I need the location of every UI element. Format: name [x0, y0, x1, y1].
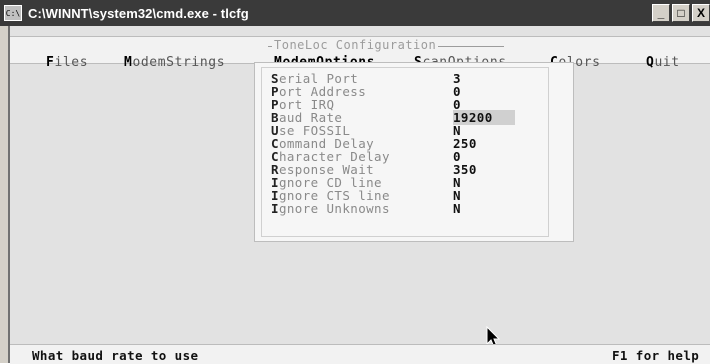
ignore-unknowns-value: N [453, 201, 461, 216]
console-icon[interactable]: C:\ [4, 5, 22, 21]
console-window: C:\ C:\WINNT\system32\cmd.exe - tlcfg _ … [0, 0, 710, 364]
menu-label: odemStrings [132, 55, 226, 70]
minimize-button[interactable]: _ [652, 4, 670, 22]
baud-rate-input[interactable]: 19200 [453, 110, 515, 125]
menu-bar: ToneLoc Configuration Files ModemStrings… [10, 36, 710, 72]
menu-label: uit [654, 55, 680, 70]
title-bar[interactable]: C:\ C:\WINNT\system32\cmd.exe - tlcfg _ … [0, 0, 710, 26]
window-title: C:\WINNT\system32\cmd.exe - tlcfg [28, 5, 249, 21]
option-ignore-unknowns[interactable]: Ignore Unknowns [271, 201, 390, 216]
close-button[interactable]: X [692, 4, 710, 22]
menu-files[interactable]: Files [46, 55, 88, 70]
menu-modemstrings[interactable]: ModemStrings [124, 55, 225, 70]
status-hint: What baud rate to use [32, 348, 199, 363]
menu-label: iles [54, 55, 89, 70]
option-label: gnore Unknowns [278, 201, 390, 216]
console-screen: ToneLoc Configuration Files ModemStrings… [8, 26, 710, 364]
app-title: ToneLoc Configuration [272, 38, 439, 52]
help-hint: F1 for help [612, 348, 700, 363]
modem-options-dropdown: Serial Port 3 Port Address 0 Port IRQ 0 … [254, 62, 574, 242]
status-bar: What baud rate to use F1 for help [10, 344, 710, 364]
option-hotkey: I [271, 201, 279, 216]
maximize-button[interactable]: □ [672, 4, 690, 22]
menu-quit[interactable]: Quit [646, 55, 680, 70]
